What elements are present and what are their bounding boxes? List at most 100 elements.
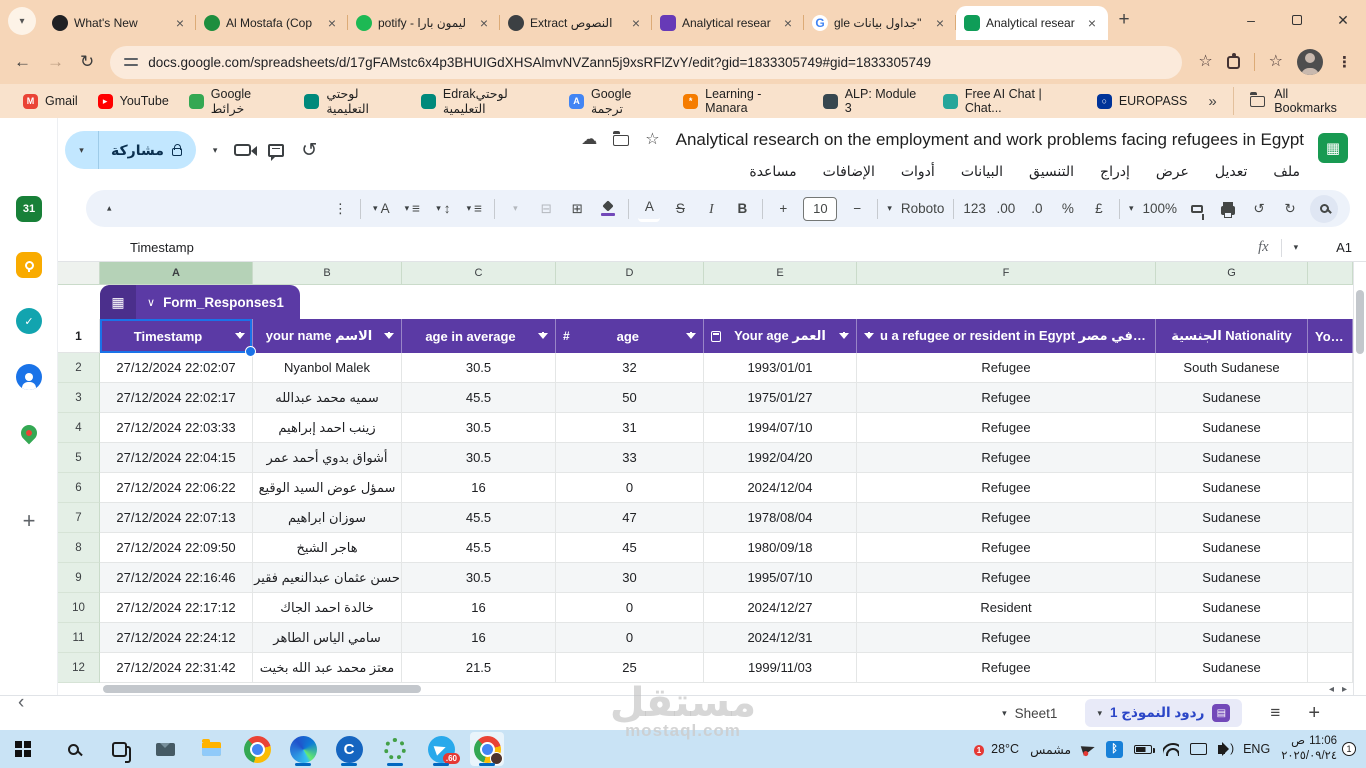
cell[interactable] bbox=[1308, 443, 1353, 473]
formula-value[interactable]: Timestamp bbox=[130, 240, 194, 255]
decrease-font-icon[interactable]: − bbox=[846, 196, 868, 222]
bold-icon[interactable]: B bbox=[731, 196, 753, 222]
cell[interactable]: Sudanese bbox=[1156, 653, 1308, 683]
cell[interactable]: Sudanese bbox=[1156, 503, 1308, 533]
table-header-cell[interactable]: Nationality الجنسية bbox=[1156, 319, 1308, 353]
video-call-icon[interactable] bbox=[234, 144, 251, 156]
bookmark-item[interactable]: AGoogle ترجمة bbox=[560, 83, 672, 120]
cell[interactable]: Sudanese bbox=[1156, 443, 1308, 473]
share-button[interactable]: ▾ مشاركة bbox=[65, 131, 196, 169]
mail-taskbar-icon[interactable] bbox=[148, 732, 182, 766]
column-header-G[interactable]: G bbox=[1156, 262, 1308, 285]
menu-edit[interactable]: تعديل bbox=[1205, 160, 1258, 183]
cell[interactable]: 45.5 bbox=[402, 503, 556, 533]
cell[interactable]: 47 bbox=[556, 503, 704, 533]
close-icon[interactable]: × bbox=[780, 15, 796, 31]
filter-icon[interactable] bbox=[864, 333, 874, 339]
column-header-C[interactable]: C bbox=[402, 262, 556, 285]
increase-decimal-icon[interactable]: .00 bbox=[995, 196, 1017, 222]
cell[interactable] bbox=[1308, 563, 1353, 593]
cell[interactable]: 25 bbox=[556, 653, 704, 683]
task-view-taskbar-icon[interactable] bbox=[102, 732, 136, 766]
cell[interactable]: 21.5 bbox=[402, 653, 556, 683]
cell[interactable]: 0 bbox=[556, 593, 704, 623]
move-to-folder-icon[interactable] bbox=[613, 135, 629, 146]
row-number[interactable]: 11 bbox=[58, 623, 100, 653]
number-format-icon[interactable]: 123 bbox=[963, 196, 986, 222]
column-header-D[interactable]: D bbox=[556, 262, 704, 285]
cell[interactable]: 27/12/2024 22:17:12 bbox=[100, 593, 253, 623]
close-icon[interactable]: × bbox=[628, 15, 644, 31]
cell[interactable]: Refugee bbox=[857, 443, 1156, 473]
browser-tab-analytical-form[interactable]: Analytical resear× bbox=[652, 6, 804, 40]
table-header-cell[interactable]: Your g bbox=[1308, 319, 1353, 353]
clock[interactable]: ص11:06 ٢٠٢٥/٠٩/٢٤ bbox=[1281, 734, 1337, 764]
cell[interactable]: 30.5 bbox=[402, 353, 556, 383]
cell[interactable]: 50 bbox=[556, 383, 704, 413]
browser-tab-extract[interactable]: Extract النصوص× bbox=[500, 6, 652, 40]
row-number[interactable]: 12 bbox=[58, 653, 100, 683]
chrome-profile-taskbar-icon[interactable] bbox=[470, 732, 504, 766]
cell[interactable]: سمؤل عوض السيد الوقيع bbox=[253, 473, 402, 503]
close-icon[interactable]: × bbox=[1084, 15, 1100, 31]
filter-icon[interactable] bbox=[839, 333, 849, 339]
font-name[interactable]: Roboto bbox=[901, 196, 945, 222]
bluetooth-icon[interactable]: ᛒ bbox=[1106, 741, 1123, 758]
increase-font-icon[interactable]: + bbox=[772, 196, 794, 222]
cell[interactable]: 1975/01/27 bbox=[704, 383, 857, 413]
star-doc-icon[interactable]: ☆ bbox=[645, 132, 659, 148]
merge-cells-icon[interactable]: ⊟ bbox=[535, 196, 557, 222]
collapse-panel-icon[interactable]: ‹ bbox=[18, 692, 24, 714]
cell[interactable]: سامي الياس الطاهر bbox=[253, 623, 402, 653]
cell[interactable]: معتز محمد عبد الله بخيت bbox=[253, 653, 402, 683]
bookmark-star-icon[interactable]: ☆ bbox=[1198, 54, 1212, 70]
scroll-left-icon[interactable]: ◂ bbox=[1329, 684, 1334, 695]
browser-tab-spotify[interactable]: potify - ليمون بارا× bbox=[348, 6, 500, 40]
column-header-B[interactable]: B bbox=[253, 262, 402, 285]
browser-tab-analytical-sheet[interactable]: Analytical resear× bbox=[956, 6, 1108, 40]
column-header-partial[interactable] bbox=[1308, 262, 1353, 285]
cell[interactable]: 2024/12/04 bbox=[704, 473, 857, 503]
borders-icon[interactable]: ⊞ bbox=[566, 196, 588, 222]
chrome-taskbar-icon[interactable] bbox=[240, 732, 274, 766]
row-number[interactable]: 5 bbox=[58, 443, 100, 473]
fill-color-icon[interactable] bbox=[597, 196, 619, 222]
cell[interactable] bbox=[1308, 533, 1353, 563]
cell[interactable]: 45 bbox=[556, 533, 704, 563]
cell[interactable]: Sudanese bbox=[1156, 563, 1308, 593]
zoom-value[interactable]: 100% bbox=[1142, 196, 1177, 222]
cell[interactable]: Refugee bbox=[857, 473, 1156, 503]
column-header-F[interactable]: F bbox=[857, 262, 1156, 285]
site-info-icon[interactable] bbox=[124, 56, 138, 68]
add-sheet-icon[interactable]: + bbox=[1308, 702, 1320, 725]
cell[interactable] bbox=[1308, 593, 1353, 623]
cell[interactable]: 1999/11/03 bbox=[704, 653, 857, 683]
cell[interactable]: 0 bbox=[556, 623, 704, 653]
row-number[interactable]: 8 bbox=[58, 533, 100, 563]
cell[interactable]: 30.5 bbox=[402, 413, 556, 443]
close-icon[interactable]: × bbox=[172, 15, 188, 31]
table-header-cell[interactable]: Timestamp bbox=[100, 319, 253, 353]
tab-search-icon[interactable]: ▾ bbox=[8, 7, 36, 35]
merge-dropdown-icon[interactable]: ▾ bbox=[504, 196, 526, 222]
filter-icon[interactable] bbox=[686, 333, 696, 339]
cell[interactable]: Refugee bbox=[857, 503, 1156, 533]
cell[interactable]: 2024/12/31 bbox=[704, 623, 857, 653]
browser-tab-google-search[interactable]: Ggle جداول بيانات"× bbox=[804, 6, 956, 40]
bookmark-item[interactable]: ALP: Module 3 bbox=[814, 83, 932, 119]
cell[interactable]: 27/12/2024 22:06:22 bbox=[100, 473, 253, 503]
cell[interactable]: 27/12/2024 22:02:07 bbox=[100, 353, 253, 383]
close-icon[interactable]: × bbox=[476, 15, 492, 31]
bookmark-item[interactable]: Google خرائط bbox=[180, 83, 294, 120]
table-header-cell[interactable]: u a refugee or resident in Egypt ؟ن او م… bbox=[857, 319, 1156, 353]
table-header-cell[interactable]: your name الاسم bbox=[253, 319, 402, 353]
cell[interactable]: 1993/01/01 bbox=[704, 353, 857, 383]
collapse-toolbar-icon[interactable]: ▾ bbox=[98, 196, 120, 222]
cell[interactable]: 27/12/2024 22:07:13 bbox=[100, 503, 253, 533]
menu-file[interactable]: ملف bbox=[1263, 160, 1310, 183]
table-header-cell[interactable]: #age bbox=[556, 319, 704, 353]
text-color-icon[interactable]: A bbox=[638, 196, 660, 222]
cell[interactable]: Refugee bbox=[857, 413, 1156, 443]
cell[interactable]: 27/12/2024 22:03:33 bbox=[100, 413, 253, 443]
cell[interactable]: 16 bbox=[402, 473, 556, 503]
